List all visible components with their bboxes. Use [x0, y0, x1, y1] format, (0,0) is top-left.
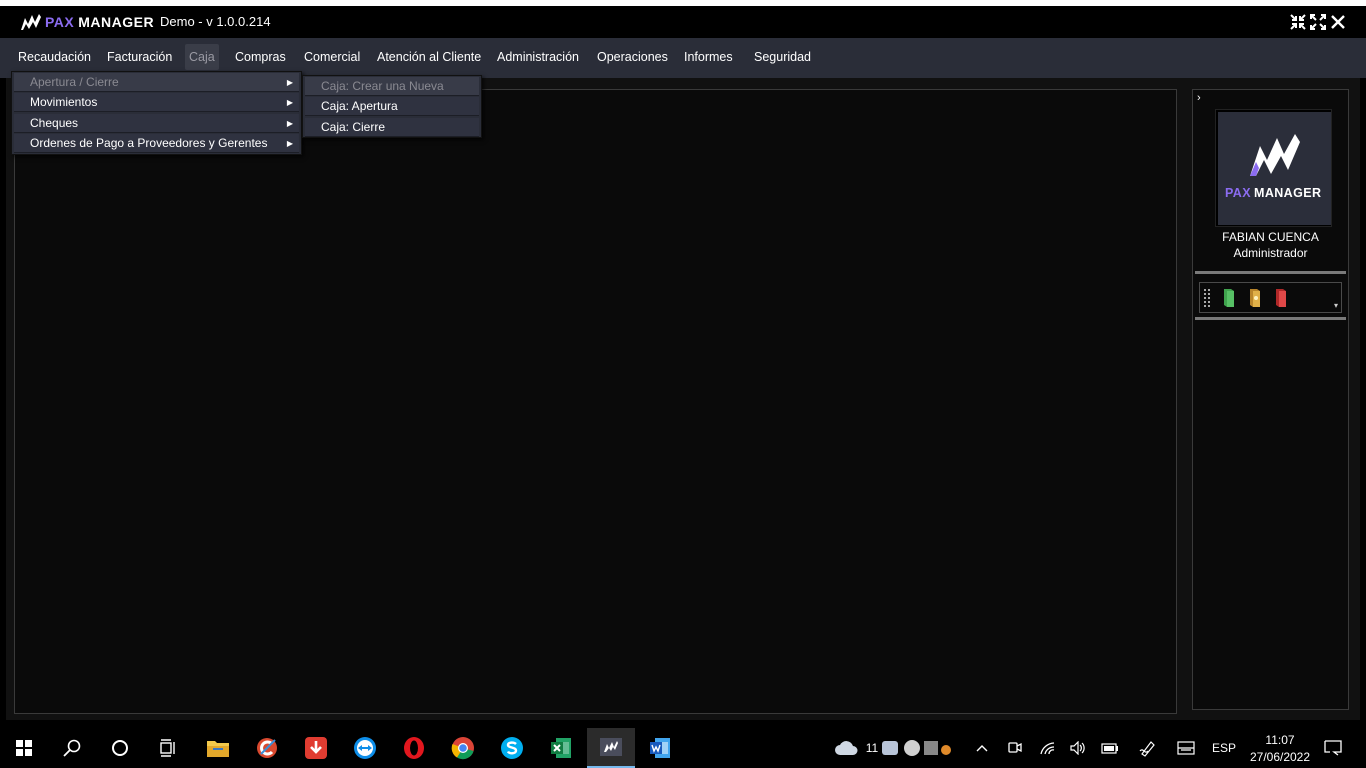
chevron-down-icon[interactable]: ▾ [1334, 301, 1338, 310]
cortana-icon[interactable] [96, 728, 144, 768]
divider [1195, 317, 1346, 320]
avatar-logo-icon [1250, 134, 1300, 176]
app-title: Demo - v 1.0.0.214 [160, 14, 271, 29]
avatar-text-pax: PAX [1225, 186, 1251, 200]
task-view-icon[interactable] [144, 728, 192, 768]
logo-text-pax: PAX [45, 14, 75, 30]
menu-seguridad[interactable]: Seguridad [750, 44, 815, 70]
logo-text-manager: MANAGER [78, 14, 155, 30]
submenu-arrow-icon: ▶ [286, 139, 293, 148]
avatar-text-manager: MANAGER [1254, 186, 1322, 200]
menu-item-cheques[interactable]: Cheques ▶ [14, 114, 299, 133]
meet-now-icon[interactable] [1003, 728, 1027, 768]
menu-comercial[interactable]: Comercial [300, 44, 364, 70]
word-icon[interactable] [636, 728, 684, 768]
search-icon[interactable] [48, 728, 96, 768]
tray-notification-icons[interactable] [880, 728, 960, 768]
language-indicator[interactable]: ESP [1208, 728, 1240, 768]
submenu-arrow-icon: ▶ [286, 98, 293, 107]
red-book-icon[interactable] [1274, 288, 1288, 308]
close-icon[interactable] [1330, 14, 1346, 30]
menu-caja[interactable]: Caja [185, 44, 219, 70]
battery-icon[interactable] [1098, 728, 1122, 768]
menu-compras[interactable]: Compras [231, 44, 290, 70]
teamviewer-icon[interactable] [341, 728, 389, 768]
menu-facturacion[interactable]: Facturación [103, 44, 176, 70]
main-content-area [14, 89, 1177, 714]
submenu-arrow-icon: ▶ [286, 78, 293, 87]
wifi-icon[interactable] [1036, 728, 1060, 768]
menu-item-caja-cierre[interactable]: Caja: Cierre [305, 118, 479, 137]
collapse-icon[interactable] [1290, 14, 1306, 30]
weather-temperature[interactable]: 11 [862, 728, 882, 768]
download-manager-icon[interactable] [292, 728, 340, 768]
menu-item-caja-apertura[interactable]: Caja: Apertura [305, 97, 479, 116]
apertura-submenu: Caja: Crear una Nueva Caja: Apertura Caj… [302, 75, 482, 138]
expand-icon[interactable] [1310, 14, 1326, 30]
menu-item-ordenes-pago[interactable]: Ordenes de Pago a Proveedores y Gerentes… [14, 134, 299, 153]
touch-keyboard-icon[interactable] [1174, 728, 1198, 768]
divider [1195, 271, 1346, 274]
menu-item-apertura-cierre[interactable]: Apertura / Cierre ▶ [14, 73, 299, 92]
menu-operaciones[interactable]: Operaciones [593, 44, 672, 70]
windows-taskbar: 11 ESP [0, 728, 1366, 768]
volume-icon[interactable] [1066, 728, 1090, 768]
quick-toolbar: ▾ [1199, 282, 1342, 313]
pax-manager-taskbar-icon[interactable] [587, 728, 635, 768]
clock-date[interactable]: 27/06/2022 [1248, 750, 1312, 764]
yellow-book-icon[interactable] [1248, 288, 1262, 308]
clock-time[interactable]: 11:07 [1255, 733, 1305, 747]
title-bar: PAX MANAGER Demo - v 1.0.0.214 [0, 6, 1366, 38]
weather-cloud-icon[interactable] [832, 728, 860, 768]
skype-icon[interactable] [488, 728, 536, 768]
chevron-up-icon[interactable] [970, 728, 994, 768]
menu-administracion[interactable]: Administración [493, 44, 583, 70]
menu-item-crear-caja[interactable]: Caja: Crear una Nueva [305, 77, 479, 96]
sidebar-toggle-icon[interactable]: › [1197, 92, 1201, 104]
app-logo: PAX MANAGER [20, 13, 154, 31]
user-name: FABIAN CUENCA [1222, 230, 1319, 244]
chrome-icon[interactable] [439, 728, 487, 768]
pax-logo-icon [21, 14, 41, 30]
notifications-icon[interactable] [1316, 728, 1350, 768]
pen-workspace-icon[interactable] [1136, 728, 1160, 768]
ccleaner-icon[interactable] [243, 728, 291, 768]
opera-icon[interactable] [390, 728, 438, 768]
windows-start-icon[interactable] [0, 728, 48, 768]
menu-informes[interactable]: Informes [680, 44, 737, 70]
user-role: Administrador [1233, 246, 1308, 260]
grip-icon[interactable] [1204, 289, 1210, 307]
caja-dropdown: Apertura / Cierre ▶ Movimientos ▶ Cheque… [11, 71, 302, 155]
menu-recaudacion[interactable]: Recaudación [14, 44, 95, 70]
excel-icon[interactable] [537, 728, 585, 768]
avatar: PAX MANAGER [1215, 109, 1332, 227]
menu-atencion-cliente[interactable]: Atención al Cliente [373, 44, 485, 70]
green-book-icon[interactable] [1222, 288, 1236, 308]
file-explorer-icon[interactable] [194, 728, 242, 768]
submenu-arrow-icon: ▶ [286, 119, 293, 128]
menu-item-movimientos[interactable]: Movimientos ▶ [14, 93, 299, 112]
